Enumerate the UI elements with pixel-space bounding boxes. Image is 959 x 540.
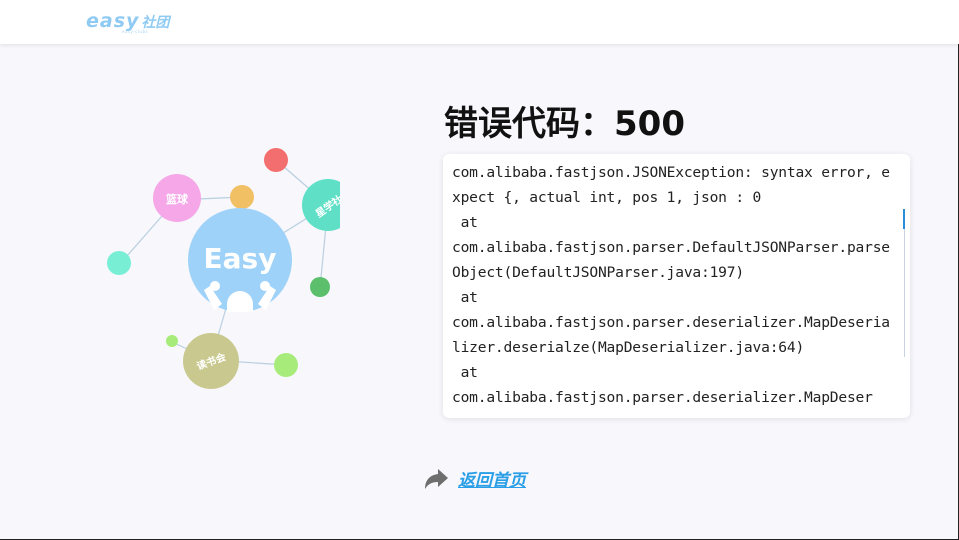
bubble-green: [310, 277, 330, 297]
bubble-mint: [107, 251, 131, 275]
top-bar: easy 社团 easy-clubs: [0, 0, 959, 44]
back-home-label[interactable]: 返回首页: [458, 466, 526, 491]
bubble-label-sports: 篮球: [165, 192, 189, 206]
scrollbar-thumb[interactable]: [903, 209, 905, 229]
scrollbar-track[interactable]: [904, 229, 905, 357]
back-home-link[interactable]: 返回首页: [423, 466, 526, 491]
logo-subtitle: easy-clubs: [122, 29, 149, 34]
error-code-title: 错误代码：500: [444, 104, 685, 144]
share-arrow-icon: [425, 468, 448, 489]
logo[interactable]: easy 社团 easy-clubs: [86, 6, 169, 36]
bubble-main-word: Easy: [204, 242, 277, 275]
bubble-lime: [274, 353, 298, 377]
bubble-lime-small: [166, 335, 178, 347]
error-message-box[interactable]: com.alibaba.fastjson.JSONException: synt…: [443, 154, 910, 418]
bubble-red: [264, 148, 288, 172]
error-stacktrace: com.alibaba.fastjson.JSONException: synt…: [452, 164, 890, 406]
bubble-orange: [230, 185, 254, 209]
club-bubbles-illustration: Easy 篮球 星学社 读书会: [107, 148, 340, 389]
